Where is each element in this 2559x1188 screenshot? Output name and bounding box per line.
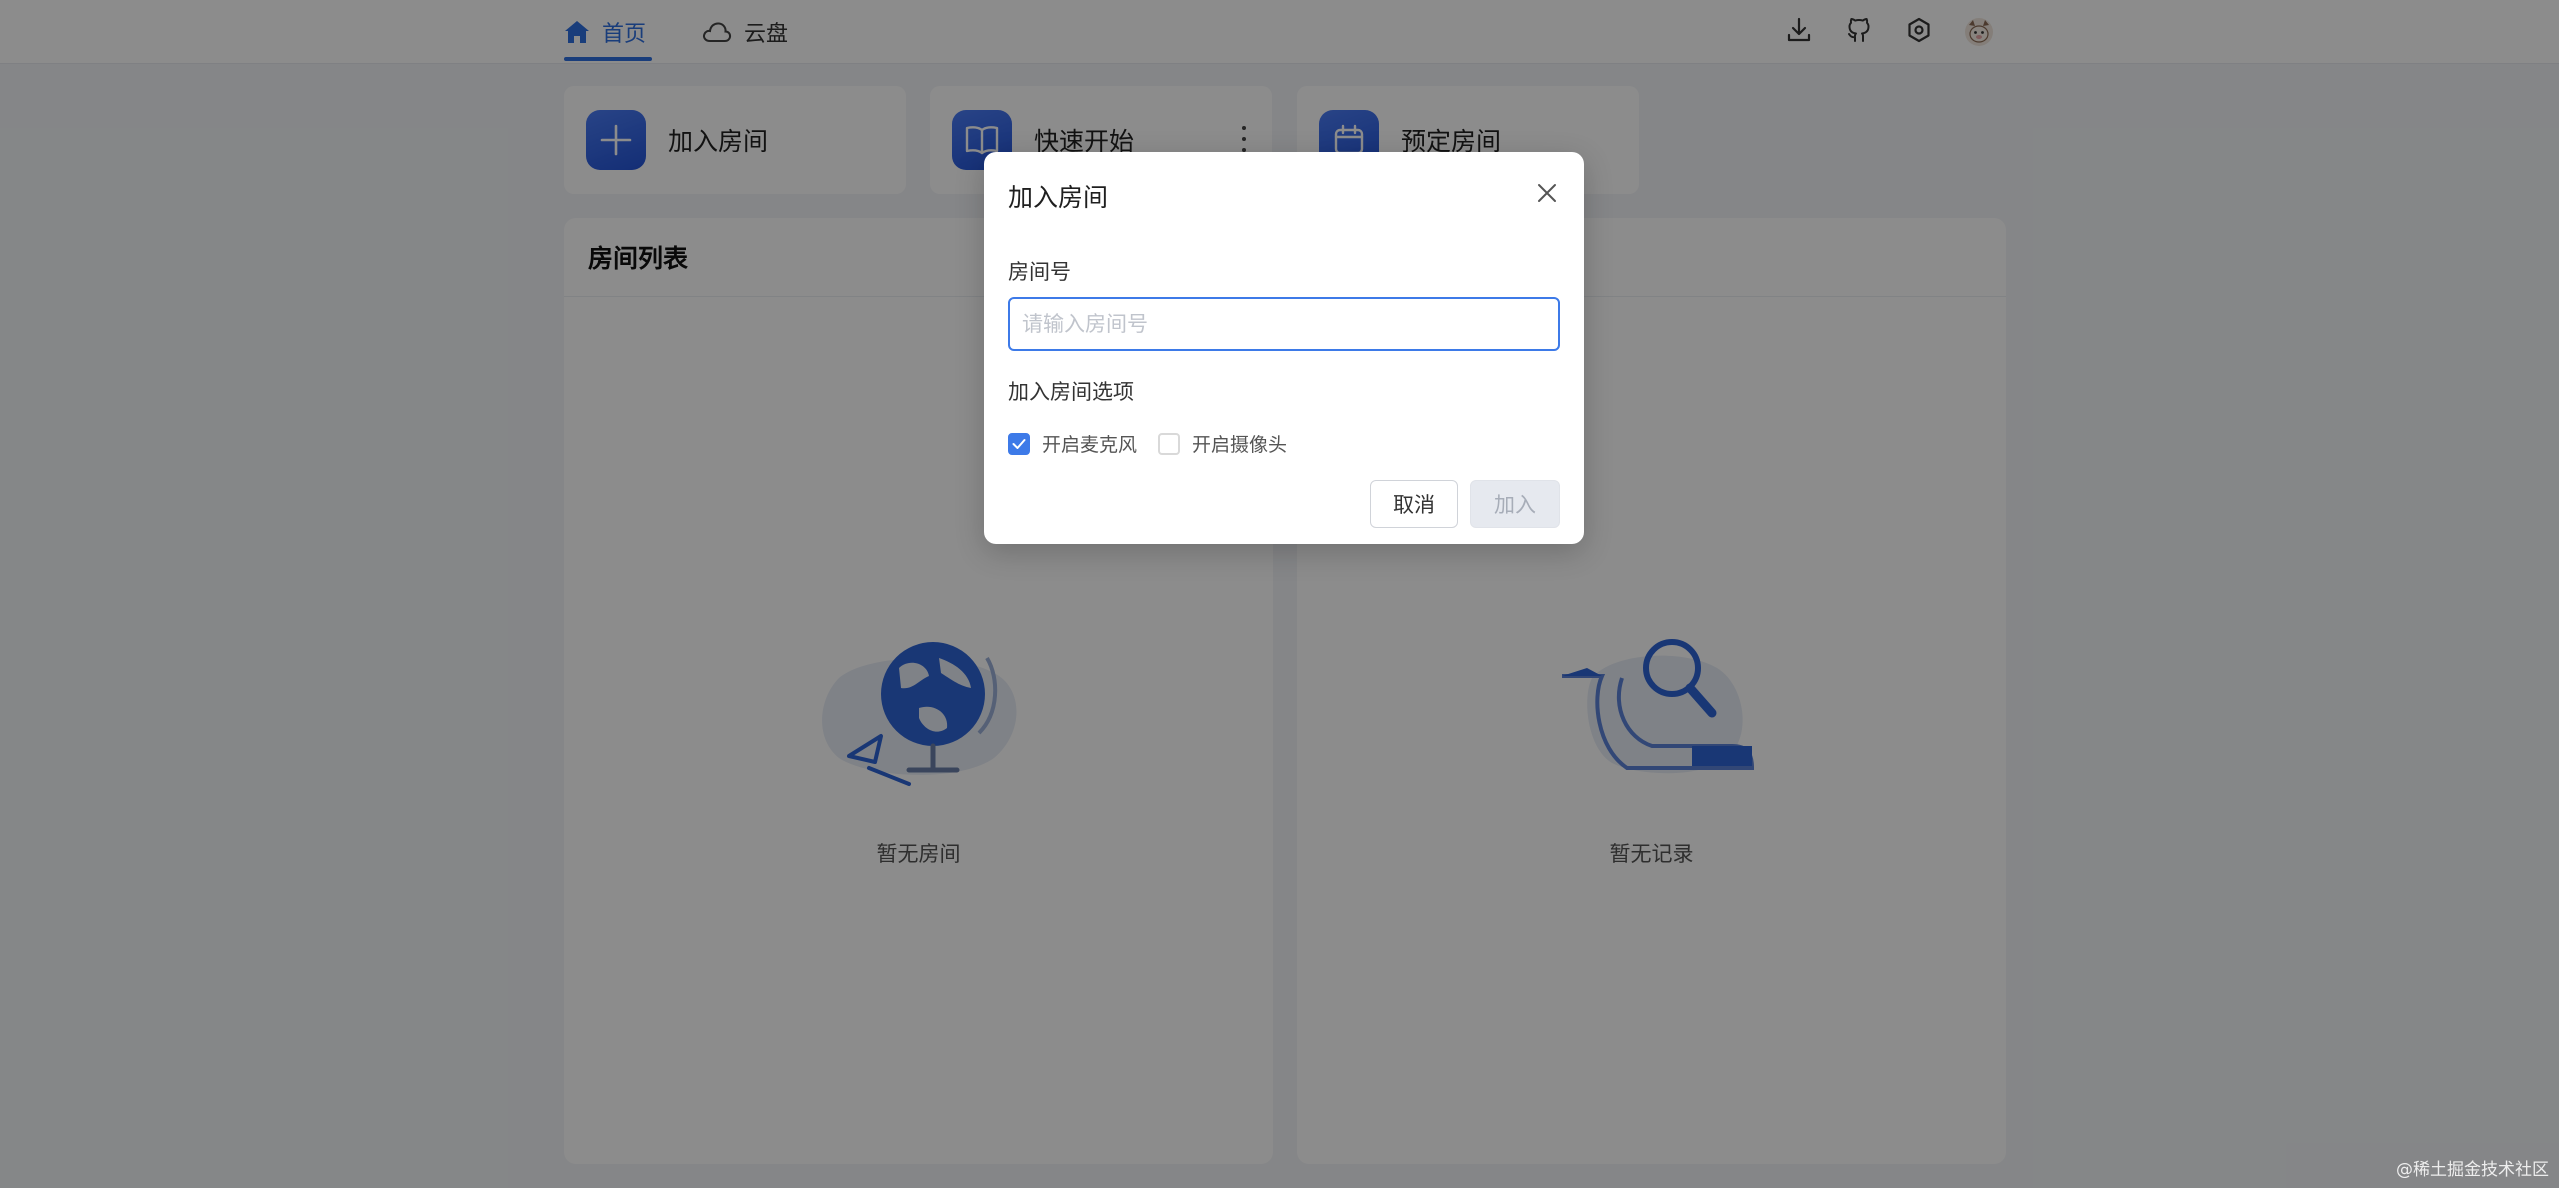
modal-title: 加入房间 [1008, 183, 1109, 212]
join-room-modal: 加入房间 房间号 加入房间选项 开启麦克风 开启摄像头 取消 加入 [984, 152, 1584, 544]
check-icon [1012, 438, 1026, 449]
app-page: 首页 云盘 加入房间 快速开始 预定房间 房间列表 暂无房间 暂无记录 加入房间… [0, 0, 2559, 1188]
cancel-button[interactable]: 取消 [1370, 480, 1458, 528]
room-number-label: 房间号 [1008, 260, 1071, 284]
join-button[interactable]: 加入 [1470, 480, 1560, 528]
camera-checkbox[interactable] [1158, 432, 1180, 455]
camera-option-label: 开启摄像头 [1192, 434, 1288, 456]
close-icon [1538, 184, 1556, 202]
room-number-input[interactable] [1008, 297, 1560, 351]
watermark: @稀土掘金技术社区 [2396, 1160, 2549, 1180]
close-button[interactable] [1532, 178, 1562, 208]
join-options-label: 加入房间选项 [1008, 380, 1134, 404]
microphone-option-label: 开启麦克风 [1042, 434, 1138, 456]
camera-option[interactable]: 开启摄像头 [1158, 430, 1287, 457]
microphone-option[interactable]: 开启麦克风 [1008, 430, 1137, 457]
microphone-checkbox[interactable] [1008, 432, 1030, 455]
